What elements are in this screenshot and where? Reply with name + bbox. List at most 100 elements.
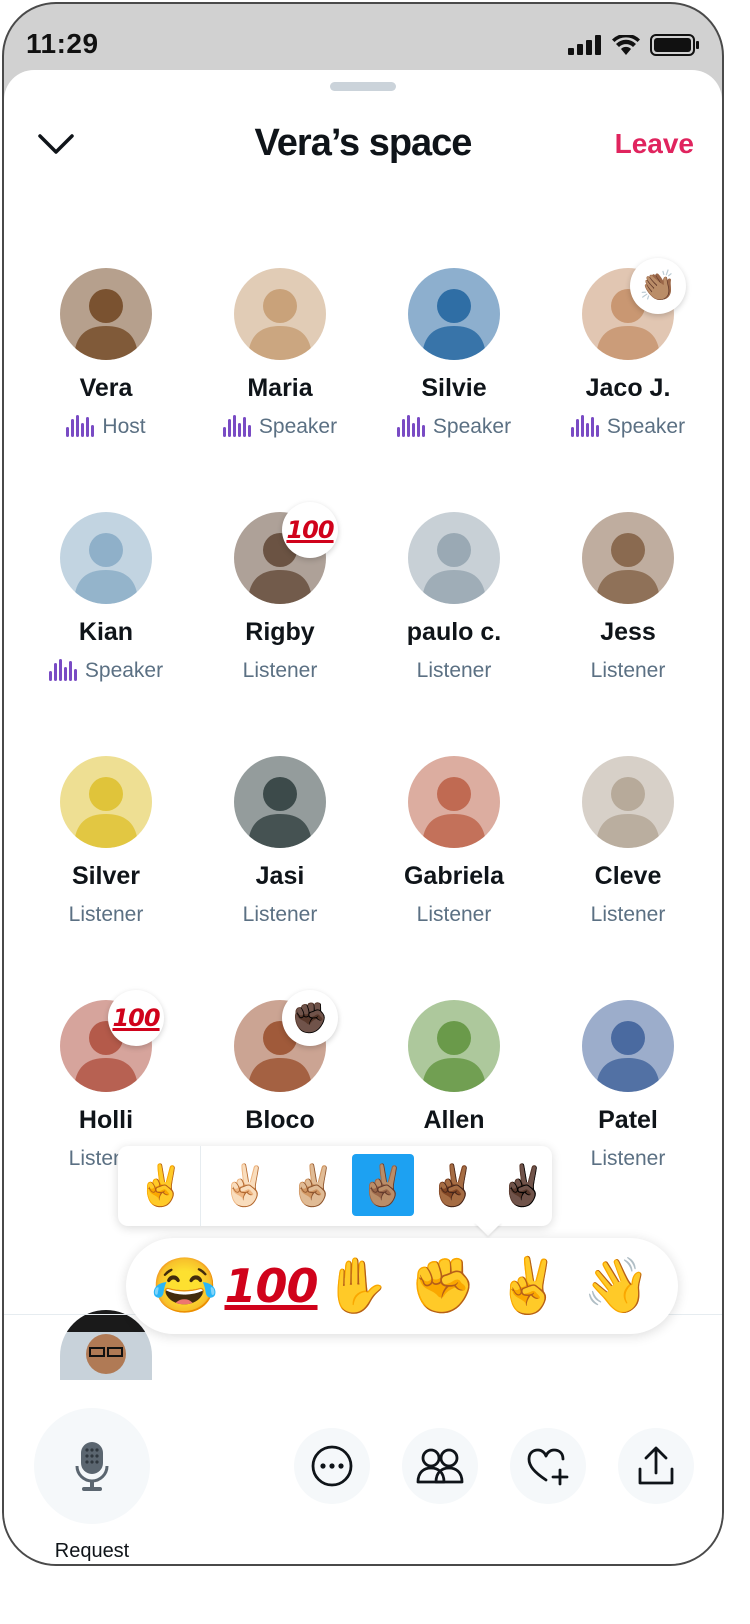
victory-hand-tone-5[interactable]: ✌🏾 bbox=[422, 1154, 484, 1216]
heart-plus-icon bbox=[527, 1448, 569, 1486]
joy-icon[interactable]: 😂 bbox=[150, 1252, 220, 1320]
status-bar: 11:29 bbox=[4, 4, 722, 74]
avatar-wrap: 100 bbox=[234, 502, 338, 604]
avatar[interactable] bbox=[60, 268, 152, 360]
participant-silver[interactable]: Silver Listener bbox=[16, 756, 196, 927]
participant-maria[interactable]: Maria Speaker bbox=[190, 268, 370, 439]
participant-name: Patel bbox=[598, 1106, 658, 1134]
raised-hand-icon[interactable]: ✋ bbox=[322, 1252, 392, 1320]
reaction-bar: 😂 100 ✋ ✊ ✌️ 👋 bbox=[126, 1238, 678, 1334]
people-button[interactable] bbox=[402, 1428, 478, 1504]
participant-role: Listener bbox=[190, 903, 370, 927]
avatar[interactable] bbox=[408, 512, 500, 604]
avatar[interactable] bbox=[60, 756, 152, 848]
participant-role: Listener bbox=[364, 903, 544, 927]
participant-role: Listener bbox=[538, 659, 718, 683]
leave-button[interactable]: Leave bbox=[615, 128, 694, 160]
participant-jasi[interactable]: Jasi Listener bbox=[190, 756, 370, 927]
request-label: Request bbox=[54, 1540, 130, 1562]
avatar[interactable] bbox=[408, 1000, 500, 1092]
victory-hand-tone-6[interactable]: ✌🏿 bbox=[492, 1154, 554, 1216]
avatar-wrap bbox=[408, 756, 500, 848]
victory-hand-tone-4[interactable]: ✌🏽 bbox=[352, 1154, 414, 1216]
react-button[interactable] bbox=[510, 1428, 586, 1504]
participant-silvie[interactable]: Silvie Speaker bbox=[364, 268, 544, 439]
participant-allen[interactable]: Allen bbox=[364, 1000, 544, 1135]
participant-name: Jess bbox=[600, 618, 656, 646]
participant-role: Speaker bbox=[190, 415, 370, 439]
participant-jess[interactable]: Jess Listener bbox=[538, 512, 718, 683]
share-button[interactable] bbox=[618, 1428, 694, 1504]
avatar[interactable] bbox=[408, 268, 500, 360]
participant-name: Jaco J. bbox=[585, 374, 671, 402]
space-header: Vera’s space Leave bbox=[4, 110, 722, 180]
participant-role-label: Listener bbox=[416, 659, 492, 682]
avatar-wrap bbox=[60, 756, 152, 848]
avatar-partial[interactable] bbox=[60, 1310, 152, 1380]
participant-name: Holli bbox=[78, 1106, 134, 1134]
participant-name: Silver bbox=[71, 862, 141, 890]
participant-rigby[interactable]: 100 Rigby Listener bbox=[190, 502, 370, 683]
participant-patel[interactable]: Patel Listener bbox=[538, 1000, 718, 1171]
participant-role-label: Listener bbox=[416, 903, 492, 926]
participant-kian[interactable]: Kian Speaker bbox=[16, 512, 196, 683]
waving-hand-icon[interactable]: 👋 bbox=[582, 1252, 652, 1320]
hundred-points-icon[interactable]: 100 bbox=[224, 1252, 318, 1320]
battery-icon bbox=[650, 34, 699, 56]
victory-hand-tone-2[interactable]: ✌🏻 bbox=[214, 1154, 276, 1216]
victory-hand-tone-1[interactable]: ✌️ bbox=[130, 1154, 192, 1216]
participant-role: Listener bbox=[538, 903, 718, 927]
participant-role-label: Listener bbox=[590, 903, 666, 926]
participant-role: Listener bbox=[364, 659, 544, 683]
participant-role-label: Listener bbox=[590, 1147, 666, 1170]
participant-paulo-c[interactable]: paulo c. Listener bbox=[364, 512, 544, 683]
victory-hand-tone-3[interactable]: ✌🏼 bbox=[282, 1154, 344, 1216]
sheet-grabber[interactable] bbox=[330, 82, 396, 91]
hundred-points-badge: 100 bbox=[108, 990, 164, 1046]
avatar-wrap: ✊🏿 bbox=[234, 990, 338, 1092]
participant-gabriela[interactable]: Gabriela Listener bbox=[364, 756, 544, 927]
raised-fist-icon[interactable]: ✊ bbox=[408, 1252, 478, 1320]
participant-role-label: Host bbox=[102, 415, 146, 438]
participant-name: Bloco bbox=[245, 1106, 315, 1134]
avatar[interactable] bbox=[408, 756, 500, 848]
avatar[interactable] bbox=[60, 512, 152, 604]
avatar[interactable] bbox=[582, 756, 674, 848]
avatar[interactable] bbox=[582, 512, 674, 604]
participant-role-label: Listener bbox=[242, 659, 318, 682]
audio-wave-icon bbox=[48, 659, 77, 681]
participant-vera[interactable]: Vera Host bbox=[16, 268, 196, 439]
participant-role: Listener bbox=[538, 1147, 718, 1171]
participant-role: Listener bbox=[16, 903, 196, 927]
participant-cleve[interactable]: Cleve Listener bbox=[538, 756, 718, 927]
avatar[interactable] bbox=[582, 1000, 674, 1092]
phone-frame: 11:29 Vera’s space Leave Vera Host Maria… bbox=[2, 2, 724, 1566]
avatar-wrap bbox=[582, 756, 674, 848]
participant-name: Cleve bbox=[594, 862, 662, 890]
participant-name: Kian bbox=[78, 618, 134, 646]
avatar[interactable] bbox=[234, 756, 326, 848]
avatar-wrap bbox=[60, 268, 152, 360]
avatar-wrap: 100 bbox=[60, 990, 164, 1092]
hundred-label: 100 bbox=[224, 1259, 318, 1313]
participant-role-label: Speaker bbox=[84, 659, 164, 682]
participant-name: Vera bbox=[79, 374, 133, 402]
participant-jaco-j[interactable]: 👏🏽 Jaco J. Speaker bbox=[538, 258, 718, 439]
avatar-wrap bbox=[234, 268, 326, 360]
participant-role-label: Speaker bbox=[606, 415, 686, 438]
cellular-signal-icon bbox=[568, 35, 601, 55]
participant-name: paulo c. bbox=[406, 618, 502, 646]
avatar[interactable] bbox=[234, 268, 326, 360]
space-sheet: Vera’s space Leave Vera Host Maria Speaker S… bbox=[4, 70, 722, 1564]
request-mic-button[interactable] bbox=[34, 1408, 150, 1524]
avatar-wrap: 👏🏽 bbox=[582, 258, 686, 360]
hundred-points-badge: 100 bbox=[282, 502, 338, 558]
participant-role: Speaker bbox=[538, 415, 718, 439]
avatar-wrap bbox=[582, 1000, 674, 1092]
audio-wave-icon bbox=[66, 415, 95, 437]
participant-role-label: Listener bbox=[68, 903, 144, 926]
victory-hand-icon[interactable]: ✌️ bbox=[494, 1252, 564, 1320]
skin-picker-divider bbox=[200, 1146, 201, 1226]
participant-role-label: Listener bbox=[590, 659, 666, 682]
more-options-button[interactable] bbox=[294, 1428, 370, 1504]
